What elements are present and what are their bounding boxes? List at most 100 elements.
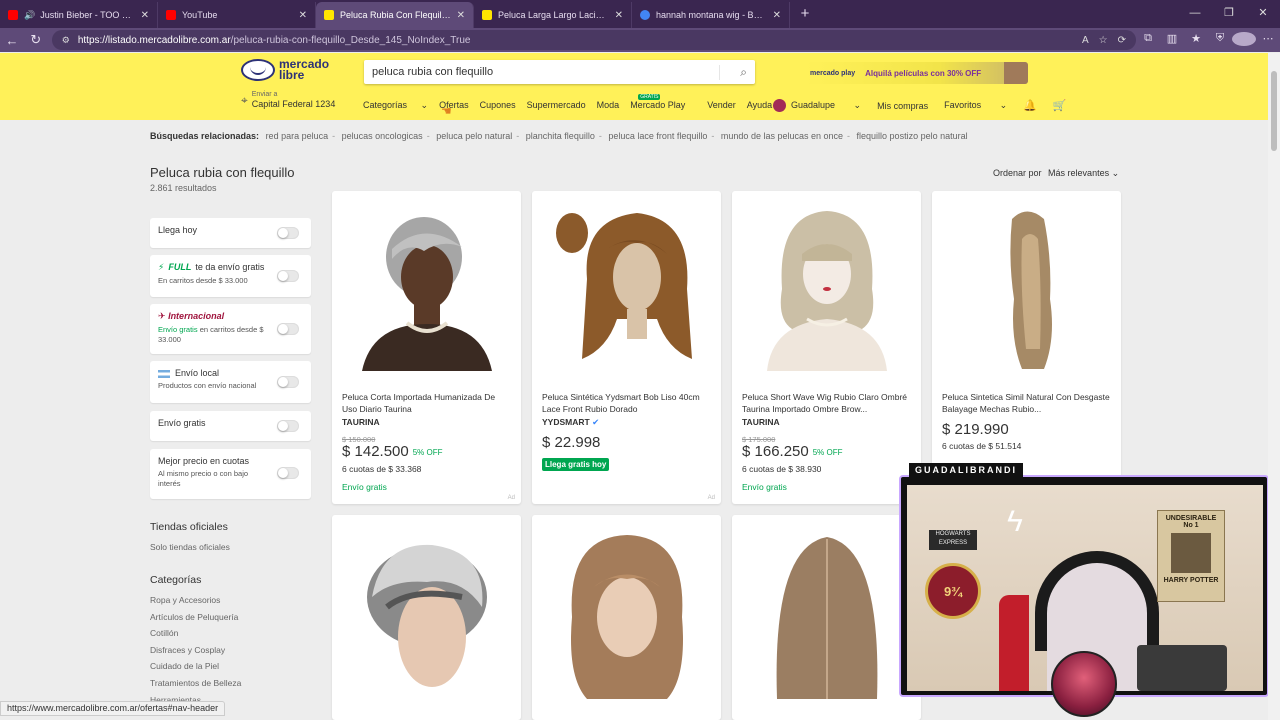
extensions-icon[interactable]: ⧉ [1136,32,1160,49]
product-card[interactable]: Peluca Sintetica Simil Natural Con Desga… [932,191,1121,504]
product-image[interactable] [742,523,911,703]
notifications-bell-icon[interactable]: 🔔 [1023,99,1037,112]
cart-icon[interactable]: 🛒 [1053,99,1067,112]
filter-envio-local[interactable]: Envío local Productos con envío nacional [150,361,311,403]
favorites-icon[interactable]: ★ [1184,32,1208,49]
audio-playing-icon[interactable]: 🔊 [24,10,35,21]
maximize-icon[interactable]: ❐ [1212,0,1246,26]
related-link[interactable]: peluca pelo natural [436,131,512,141]
filter-full[interactable]: ⚡ FULL te da envío gratis En carritos desd… [150,255,311,297]
sort-control[interactable]: Ordenar por Más relevantes ⌄ [993,168,1119,179]
category-link[interactable]: Artículos de Peluquería [150,612,238,622]
product-image[interactable] [742,199,911,371]
discount-badge: 5% OFF [812,447,843,457]
filter-toggle[interactable] [277,270,299,282]
nav-categorias[interactable]: Categorías ⌄ [363,100,428,111]
refresh-page-icon[interactable]: ⟳ [1118,35,1126,46]
close-tab-icon[interactable]: ✕ [299,10,307,21]
page-scrollbar[interactable] [1268,53,1280,720]
related-label: Búsquedas relacionadas: [150,131,260,141]
category-link[interactable]: Ropa y Accesorios [150,595,220,605]
my-purchases-link[interactable]: Mis compras [877,101,928,111]
new-tab-icon[interactable]: + [790,2,820,28]
filter-cuotas[interactable]: Mejor precio en cuotas Al mismo precio o… [150,449,311,499]
product-card[interactable] [332,515,521,720]
filter-toggle[interactable] [277,420,299,432]
close-tab-icon[interactable]: ✕ [615,10,623,21]
mercadolibre-logo[interactable]: mercado libre [241,58,329,81]
nav-mercado-play[interactable]: GRATIS Mercado Play [630,94,696,111]
official-stores-link[interactable]: Solo tiendas oficiales [150,542,230,552]
product-image[interactable] [342,199,511,371]
filter-subtitle: Al mismo precio o con bajo interés [158,469,249,488]
verified-icon: ✔ [592,417,600,427]
product-image[interactable] [542,523,711,703]
delivery-location[interactable]: ⌖ Enviar a Capital Federal 1234 [241,91,335,109]
related-link[interactable]: red para peluca [266,131,329,141]
user-nav: Guadalupe ⌄ Mis compras Favoritos ⌄ 🔔 🛒 [773,99,1083,112]
close-tab-icon[interactable]: ✕ [457,10,465,21]
browser-tab[interactable]: YouTube ✕ [158,2,316,28]
nav-moda[interactable]: Moda [597,100,620,111]
more-options-icon[interactable]: ⋯ [1256,32,1280,49]
category-link[interactable]: Cuidado de la Piel [150,661,219,671]
product-card[interactable]: Peluca Short Wave Wig Rubio Claro Ombré … [732,191,921,504]
product-title[interactable]: Peluca Sintética Yydsmart Bob Liso 40cm … [542,391,712,415]
product-image[interactable] [942,199,1111,371]
filter-toggle[interactable] [277,323,299,335]
address-bar[interactable]: ⚙ https://listado.mercadolibre.com.ar/pe… [51,30,1136,50]
close-tab-icon[interactable]: ✕ [141,10,149,21]
split-screen-icon[interactable]: ▥ [1160,32,1184,49]
product-card[interactable]: Peluca Corta Importada Humanizada De Uso… [332,191,521,504]
profile-avatar[interactable] [1232,31,1256,49]
search-icon[interactable]: ⌕ [719,64,747,80]
browser-tab[interactable]: hannah montana wig - Buscar con ✕ [632,2,790,28]
category-link[interactable]: Cotillón [150,628,178,638]
close-tab-icon[interactable]: ✕ [773,10,781,21]
scrollbar-thumb[interactable] [1271,71,1277,151]
security-icon[interactable]: ⛨ [1208,32,1232,49]
browser-tab[interactable]: Peluca Larga Largo Lacia Lacio Var ✕ [474,2,632,28]
related-link[interactable]: peluca lace front flequillo [608,131,707,141]
category-link[interactable]: Tratamientos de Belleza [150,678,241,688]
category-link[interactable]: Disfraces y Cosplay [150,645,225,655]
product-card[interactable] [732,515,921,720]
related-link[interactable]: pelucas oncologicas [342,131,423,141]
nav-cupones[interactable]: Cupones [480,100,516,111]
browser-tab-active[interactable]: Peluca Rubia Con Flequillo | Merca ✕ [316,2,474,28]
close-window-icon[interactable]: ✕ [1246,0,1280,26]
nav-vender[interactable]: Vender [707,100,736,111]
filter-internacional[interactable]: ✈ Internacional Envío gratis en carritos… [150,304,311,354]
back-icon[interactable]: ← [0,33,24,48]
filter-toggle[interactable] [277,376,299,388]
filter-toggle[interactable] [277,467,299,479]
related-link[interactable]: planchita flequillo [526,131,595,141]
browser-tab[interactable]: 🔊 Justin Bieber - TOO LONG (Au ✕ [0,2,158,28]
related-link[interactable]: flequillo postizo pelo natural [857,131,968,141]
filter-envio-gratis[interactable]: Envío gratis [150,411,311,441]
product-title[interactable]: Peluca Sintetica Simil Natural Con Desga… [942,391,1112,415]
sort-value[interactable]: Más relevantes ⌄ [1048,168,1119,178]
filter-toggle[interactable] [277,227,299,239]
product-title[interactable]: Peluca Corta Importada Humanizada De Uso… [342,391,512,415]
reload-icon[interactable]: ↻ [24,32,48,48]
product-card[interactable]: Peluca Sintética Yydsmart Bob Liso 40cm … [532,191,721,504]
minimize-icon[interactable]: — [1178,0,1212,26]
user-avatar[interactable] [773,99,786,112]
mercado-play-banner[interactable]: mercado play Alquilá películas con 30% O… [806,62,1028,84]
product-image[interactable] [542,199,711,371]
favorites-menu[interactable]: Favoritos ⌄ [944,100,1007,111]
site-info-icon[interactable]: ⚙ [62,35,70,46]
product-card[interactable] [532,515,721,720]
user-menu[interactable]: Guadalupe ⌄ [791,100,861,111]
product-title[interactable]: Peluca Short Wave Wig Rubio Claro Ombré … [742,391,912,415]
product-image[interactable] [342,523,511,703]
read-aloud-icon[interactable]: A [1082,35,1089,46]
nav-supermercado[interactable]: Supermercado [527,100,586,111]
nav-ayuda[interactable]: Ayuda [747,100,772,111]
filter-llega-hoy[interactable]: Llega hoy [150,218,311,248]
related-link[interactable]: mundo de las pelucas en once [721,131,843,141]
favorite-star-icon[interactable]: ☆ [1099,35,1108,46]
search-input[interactable] [372,66,719,78]
mouse-cursor-icon: ☚ [441,104,452,118]
